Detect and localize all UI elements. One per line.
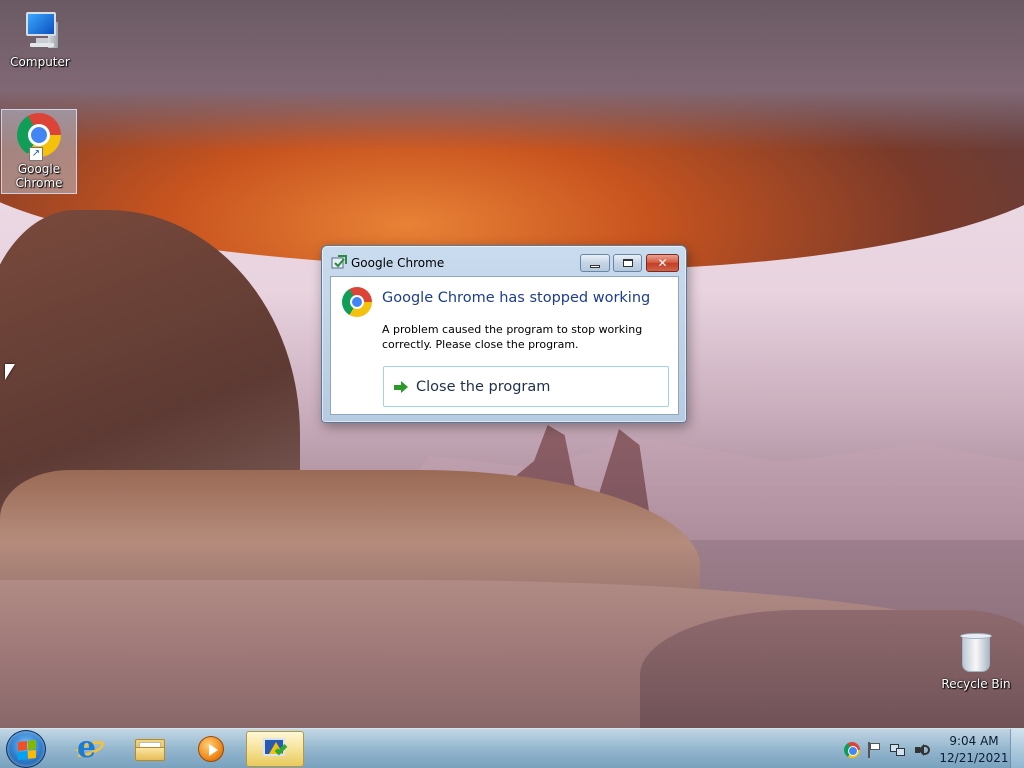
action-center-flag-icon[interactable] <box>866 742 882 758</box>
taskbar: e 9:04 AM 12/21/2021 <box>0 728 1024 768</box>
close-the-program-button[interactable]: Close the program <box>383 366 669 407</box>
minimize-icon <box>590 264 600 268</box>
mouse-cursor-icon <box>5 364 15 380</box>
internet-explorer-icon: e <box>71 733 107 763</box>
folder-icon <box>135 737 165 761</box>
taskbar-windows-explorer[interactable] <box>121 731 179 767</box>
clock[interactable]: 9:04 AM 12/21/2021 <box>938 733 1010 767</box>
shortcut-arrow-icon: ↗ <box>29 147 43 161</box>
minimize-button[interactable] <box>580 254 610 272</box>
taskbar-error-reporting[interactable] <box>246 731 304 767</box>
clock-time: 9:04 AM <box>949 734 999 748</box>
system-tray: 9:04 AM 12/21/2021 <box>838 729 1024 768</box>
taskbar-internet-explorer[interactable]: e <box>60 731 118 767</box>
chrome-icon: ↗ <box>17 113 61 161</box>
wallpaper-arch-top <box>0 0 1024 150</box>
start-button[interactable] <box>6 730 46 768</box>
dialog-headline: Google Chrome has stopped working <box>382 290 651 306</box>
media-player-icon <box>198 736 224 762</box>
windows-logo-icon <box>18 740 36 760</box>
desktop-icon-computer[interactable]: Computer <box>2 8 78 78</box>
error-dialog: Google Chrome ✕ Google Chrome has stoppe… <box>321 245 687 423</box>
error-reporting-task-icon <box>261 736 289 762</box>
desktop-icon-recycle-bin[interactable]: Recycle Bin <box>938 630 1014 700</box>
dialog-message: A problem caused the program to stop wor… <box>382 323 643 351</box>
dialog-content: Google Chrome has stopped working A prob… <box>330 276 679 415</box>
close-the-program-label: Close the program <box>416 378 551 395</box>
chrome-icon <box>342 287 372 317</box>
maximize-icon <box>622 259 633 267</box>
network-icon[interactable] <box>890 742 906 758</box>
volume-icon[interactable] <box>914 742 930 758</box>
maximize-button[interactable] <box>613 254 642 272</box>
recycle-bin-icon <box>958 630 994 674</box>
close-icon: ✕ <box>657 256 668 270</box>
desktop-icon-label: Google Chrome <box>15 162 63 190</box>
computer-icon <box>18 8 62 52</box>
desktop-icon-label: Computer <box>10 55 70 69</box>
desktop-icon-label: Recycle Bin <box>941 677 1011 691</box>
show-desktop-button[interactable] <box>1010 729 1024 768</box>
taskbar-media-player[interactable] <box>182 731 240 767</box>
chrome-tray-icon[interactable] <box>844 742 860 758</box>
green-arrow-icon <box>393 379 409 395</box>
error-report-icon <box>331 255 347 269</box>
clock-date: 12/21/2021 <box>939 751 1009 765</box>
dialog-title: Google Chrome <box>351 256 445 270</box>
dialog-titlebar[interactable]: Google Chrome ✕ <box>322 246 686 276</box>
close-button[interactable]: ✕ <box>646 254 679 272</box>
desktop-icon-google-chrome[interactable]: ↗ Google Chrome <box>1 109 77 194</box>
